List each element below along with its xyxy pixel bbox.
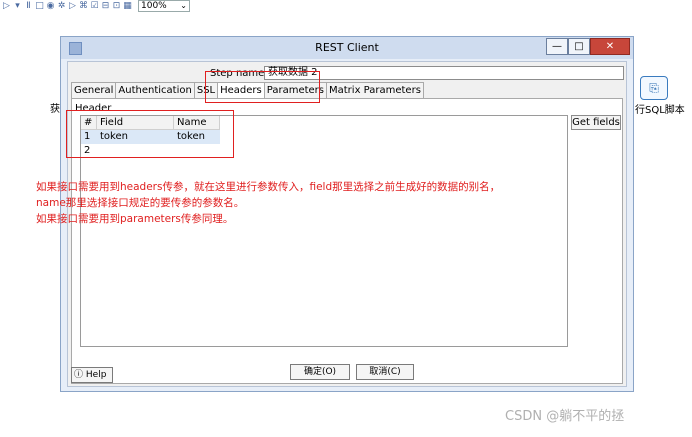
- annotation-text: 如果接口需要用到headers传参，就在这里进行参数传入，field那里选择之前…: [36, 179, 596, 227]
- chevron-down-icon: ⌄: [180, 1, 187, 10]
- dropdown-icon[interactable]: ▾: [13, 1, 22, 11]
- maximize-button[interactable]: □: [568, 38, 590, 55]
- stop-icon[interactable]: □: [35, 1, 44, 11]
- play-icon[interactable]: ▷: [2, 1, 11, 11]
- annotation-box-tabs: [205, 71, 320, 103]
- dialog-titlebar[interactable]: REST Client — □ ✕: [61, 37, 633, 59]
- get-fields-button[interactable]: Get fields: [571, 115, 621, 130]
- cancel-button[interactable]: 取消(C): [356, 364, 414, 380]
- tab-authentication[interactable]: Authentication: [115, 82, 195, 98]
- watermark: CSDN @躺不平的拯: [505, 409, 625, 424]
- zoom-value: 100%: [141, 1, 167, 11]
- help-label: Help: [85, 370, 107, 380]
- sql-step-icon[interactable]: ⎘: [640, 76, 668, 100]
- preview-icon[interactable]: ◉: [46, 1, 55, 11]
- debug-icon[interactable]: ✲: [57, 1, 66, 11]
- pause-icon[interactable]: Ⅱ: [24, 1, 33, 11]
- toolbar: ▷ ▾ Ⅱ □ ◉ ✲ ▷ ⌘ ☑ ⊟ ⊡ ▦ 100% ⌄: [0, 0, 262, 12]
- annotation-line-3: 如果接口需要用到parameters传参同理。: [36, 213, 234, 225]
- sql-icon[interactable]: ⊟: [101, 1, 110, 11]
- right-step-label[interactable]: 行SQL脚本: [635, 101, 685, 116]
- zoom-select[interactable]: 100% ⌄: [138, 0, 190, 12]
- help-button[interactable]: ⓘ Help: [71, 367, 113, 383]
- ok-button[interactable]: 确定(O): [290, 364, 350, 380]
- impact-icon[interactable]: ⊡: [112, 1, 121, 11]
- minimize-button[interactable]: —: [546, 38, 568, 55]
- grid-icon[interactable]: ▦: [123, 1, 132, 11]
- replay-icon[interactable]: ▷: [68, 1, 77, 11]
- annotation-box-table: [66, 110, 234, 158]
- explore-icon[interactable]: ⌘: [79, 1, 88, 11]
- tab-general[interactable]: General: [71, 82, 117, 98]
- annotation-line-2: name那里选择接口规定的要传参的参数名。: [36, 197, 245, 209]
- left-step-label[interactable]: 获: [50, 100, 60, 115]
- tab-matrix-parameters[interactable]: Matrix Parameters: [326, 82, 424, 98]
- close-button[interactable]: ✕: [590, 38, 630, 55]
- help-icon: ⓘ: [74, 370, 84, 380]
- check-icon[interactable]: ☑: [90, 1, 99, 11]
- annotation-line-1: 如果接口需要用到headers传参，就在这里进行参数传入，field那里选择之前…: [36, 181, 501, 193]
